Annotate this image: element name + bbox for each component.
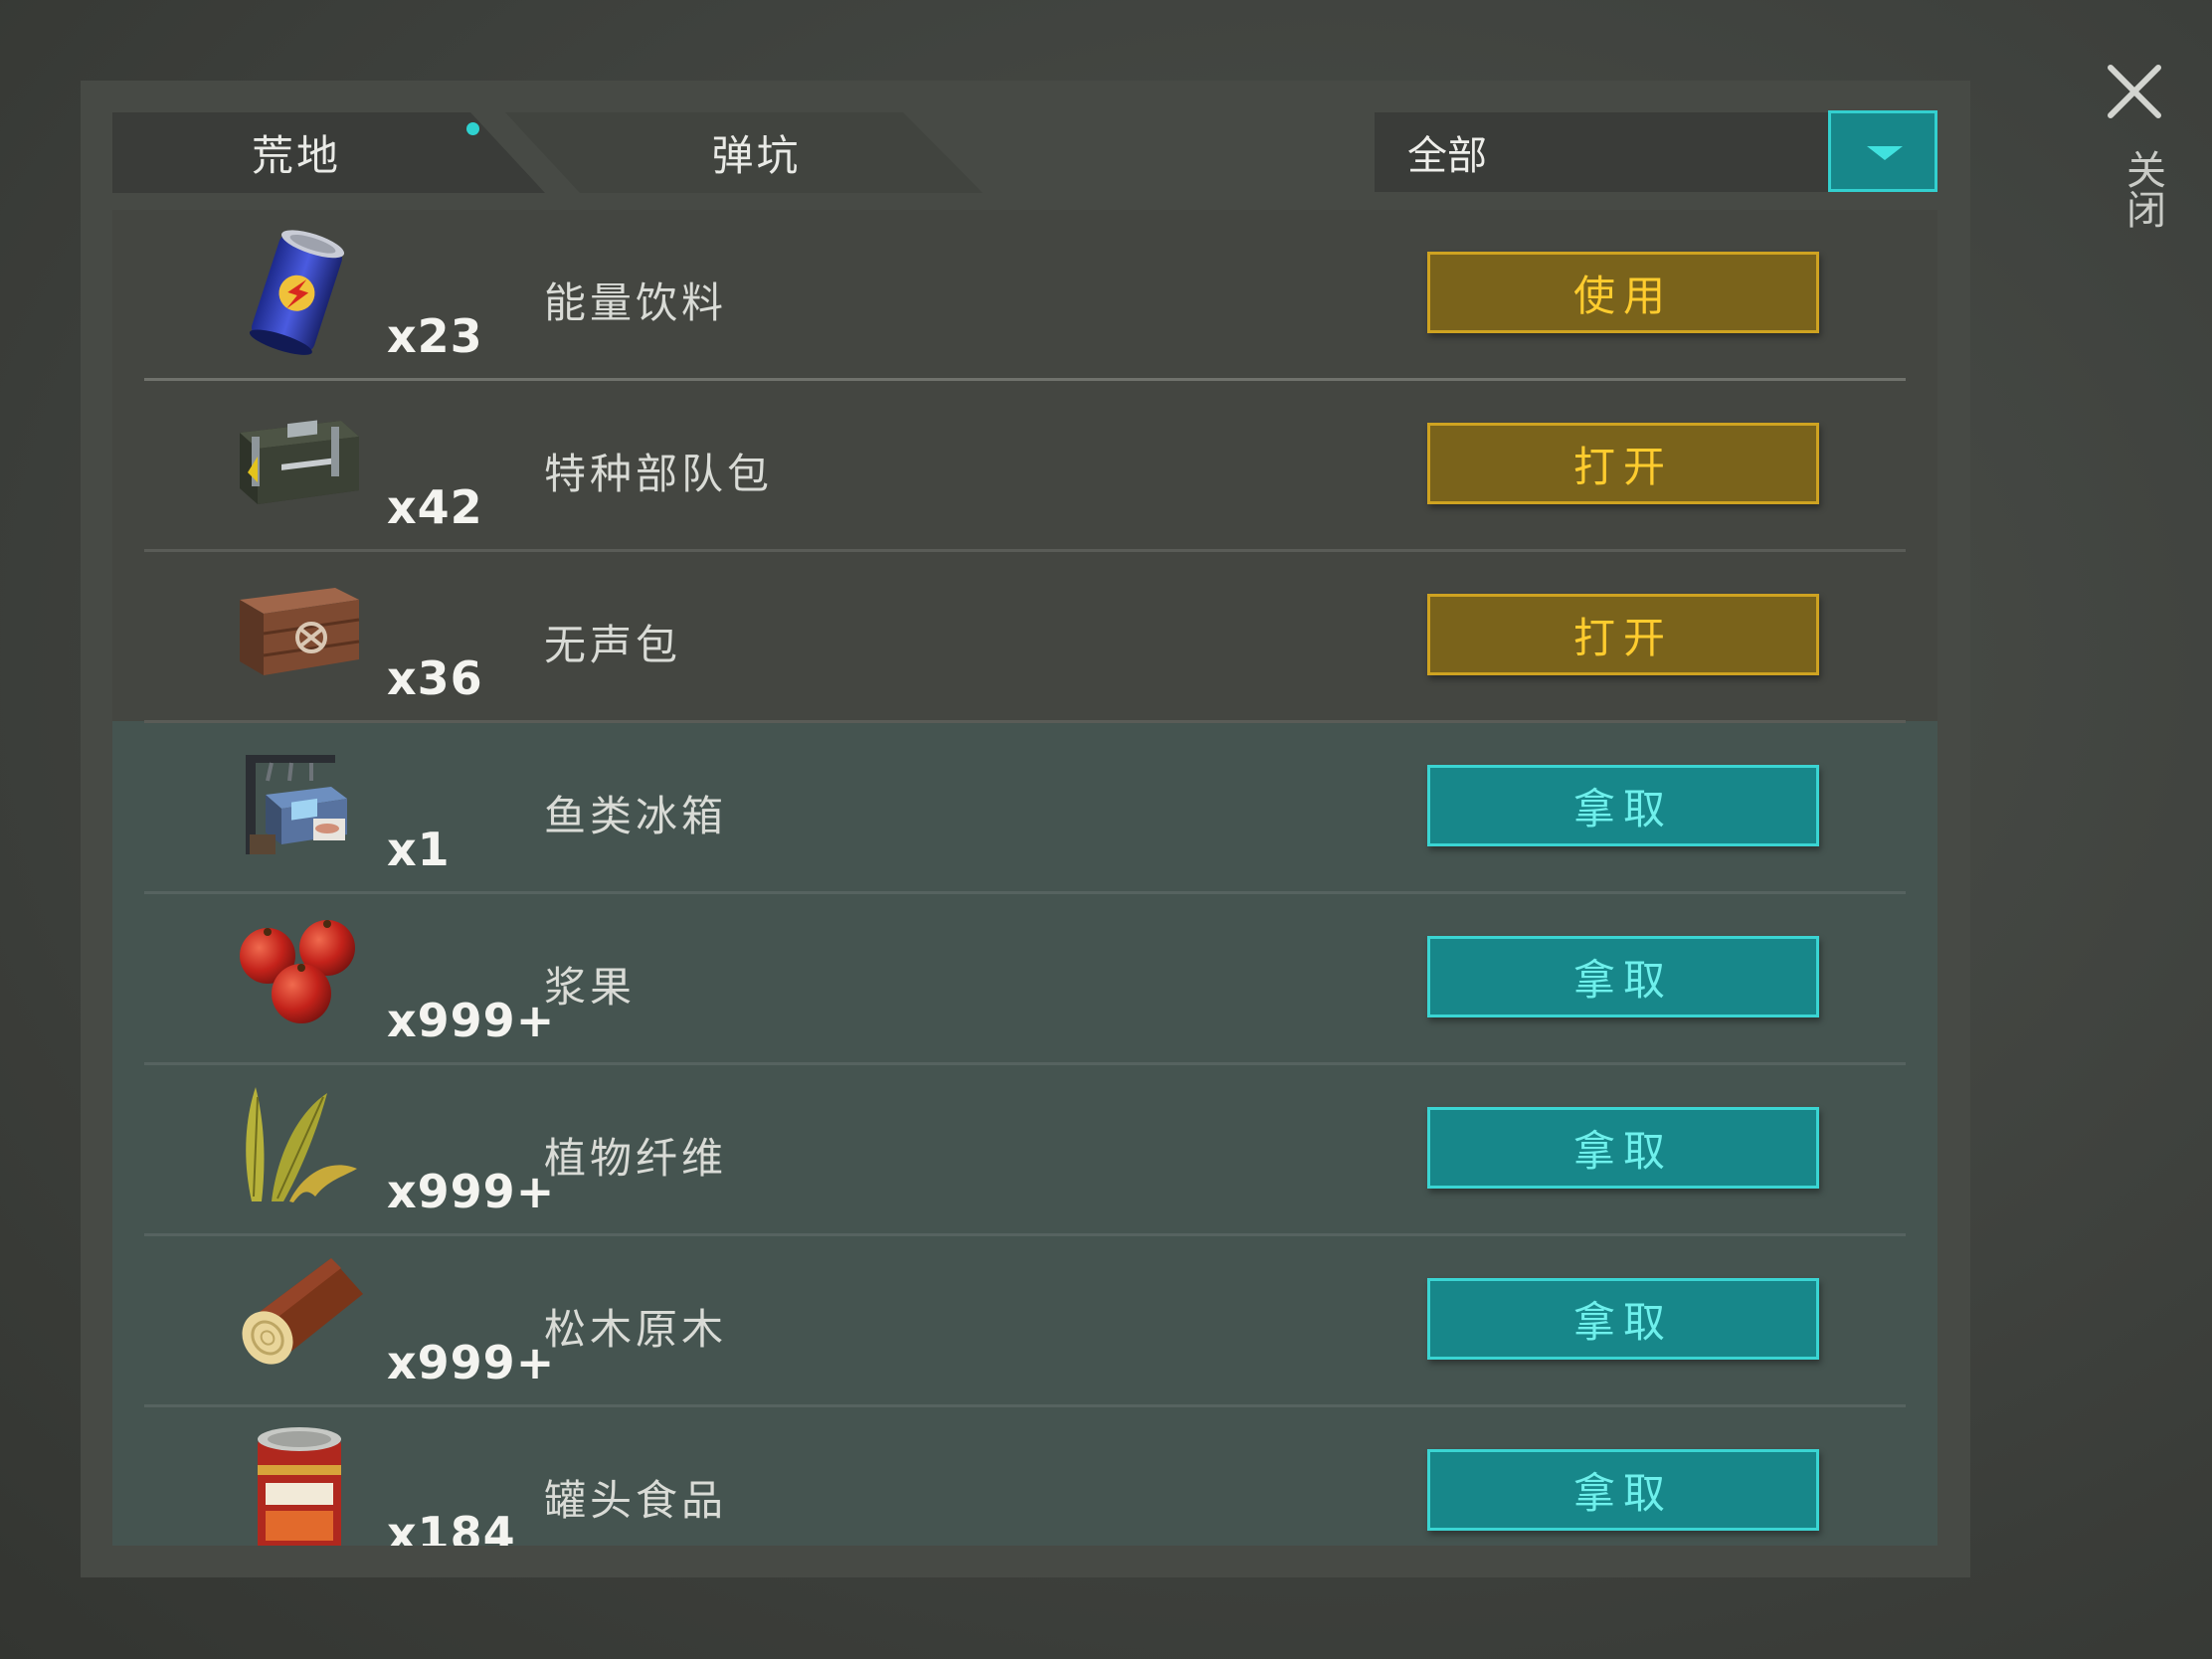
item-count: x999+: [387, 1165, 556, 1218]
item-name: 无声包: [544, 621, 682, 669]
tab-crater[interactable]: 弹坑: [505, 112, 983, 193]
list-item: x999+ 松木原木 拿取: [112, 1236, 1937, 1407]
take-button[interactable]: 拿取: [1427, 1449, 1819, 1531]
notification-dot: [466, 122, 479, 135]
pine-log-icon: [232, 1248, 366, 1382]
item-name: 鱼类冰箱: [544, 792, 728, 840]
item-count: x999+: [387, 1336, 556, 1389]
take-button[interactable]: 拿取: [1427, 936, 1819, 1017]
silent-crate-icon: [232, 564, 366, 698]
item-count: x36: [387, 651, 483, 705]
close-icon[interactable]: [2103, 60, 2166, 123]
filter-dropdown-button[interactable]: [1828, 110, 1937, 192]
take-button[interactable]: 拿取: [1427, 1278, 1819, 1360]
item-name: 能量饮料: [544, 278, 728, 327]
berries-icon: [232, 906, 366, 1040]
item-count: x184: [387, 1507, 516, 1546]
item-name: 罐头食品: [544, 1476, 728, 1525]
plant-fiber-icon: [232, 1077, 366, 1211]
item-list[interactable]: x23 能量饮料 使用 x42 特种部队包 打开 x36 无声包 打开 x1 鱼…: [112, 210, 1937, 1546]
chevron-down-icon: [1867, 146, 1903, 160]
tab-wasteland-label: 荒地: [251, 131, 341, 180]
list-item: x1 鱼类冰箱 拿取: [112, 723, 1937, 894]
list-item: x23 能量饮料 使用: [112, 210, 1937, 381]
list-item: x36 无声包 打开: [112, 552, 1937, 723]
open-button[interactable]: 打开: [1427, 423, 1819, 504]
list-item: x999+ 植物纤维 拿取: [112, 1065, 1937, 1236]
take-button[interactable]: 拿取: [1427, 765, 1819, 846]
item-name: 植物纤维: [544, 1134, 728, 1183]
tab-wasteland[interactable]: 荒地: [112, 112, 545, 193]
item-name: 浆果: [544, 963, 637, 1012]
item-name: 松木原木: [544, 1305, 728, 1354]
special-forces-crate-icon: [232, 393, 366, 527]
tab-crater-label: 弹坑: [711, 131, 802, 180]
list-item: x999+ 浆果 拿取: [112, 894, 1937, 1065]
item-count: x42: [387, 480, 483, 534]
canned-food-icon: [232, 1419, 366, 1546]
take-button[interactable]: 拿取: [1427, 1107, 1819, 1189]
item-count: x999+: [387, 994, 556, 1047]
use-button[interactable]: 使用: [1427, 252, 1819, 333]
item-name: 特种部队包: [544, 450, 774, 498]
open-button[interactable]: 打开: [1427, 594, 1819, 675]
item-count: x23: [387, 309, 483, 363]
filter-select[interactable]: 全部: [1375, 112, 1828, 192]
list-item: x42 特种部队包 打开: [112, 381, 1937, 552]
item-count: x1: [387, 823, 451, 876]
fish-icebox-icon: [232, 735, 366, 869]
list-item: x184 罐头食品 拿取: [112, 1407, 1937, 1546]
filter-selected-value: 全部: [1407, 133, 1487, 179]
close-label[interactable]: 关闭: [2103, 149, 2166, 229]
energy-drink-can-icon: [232, 222, 366, 356]
